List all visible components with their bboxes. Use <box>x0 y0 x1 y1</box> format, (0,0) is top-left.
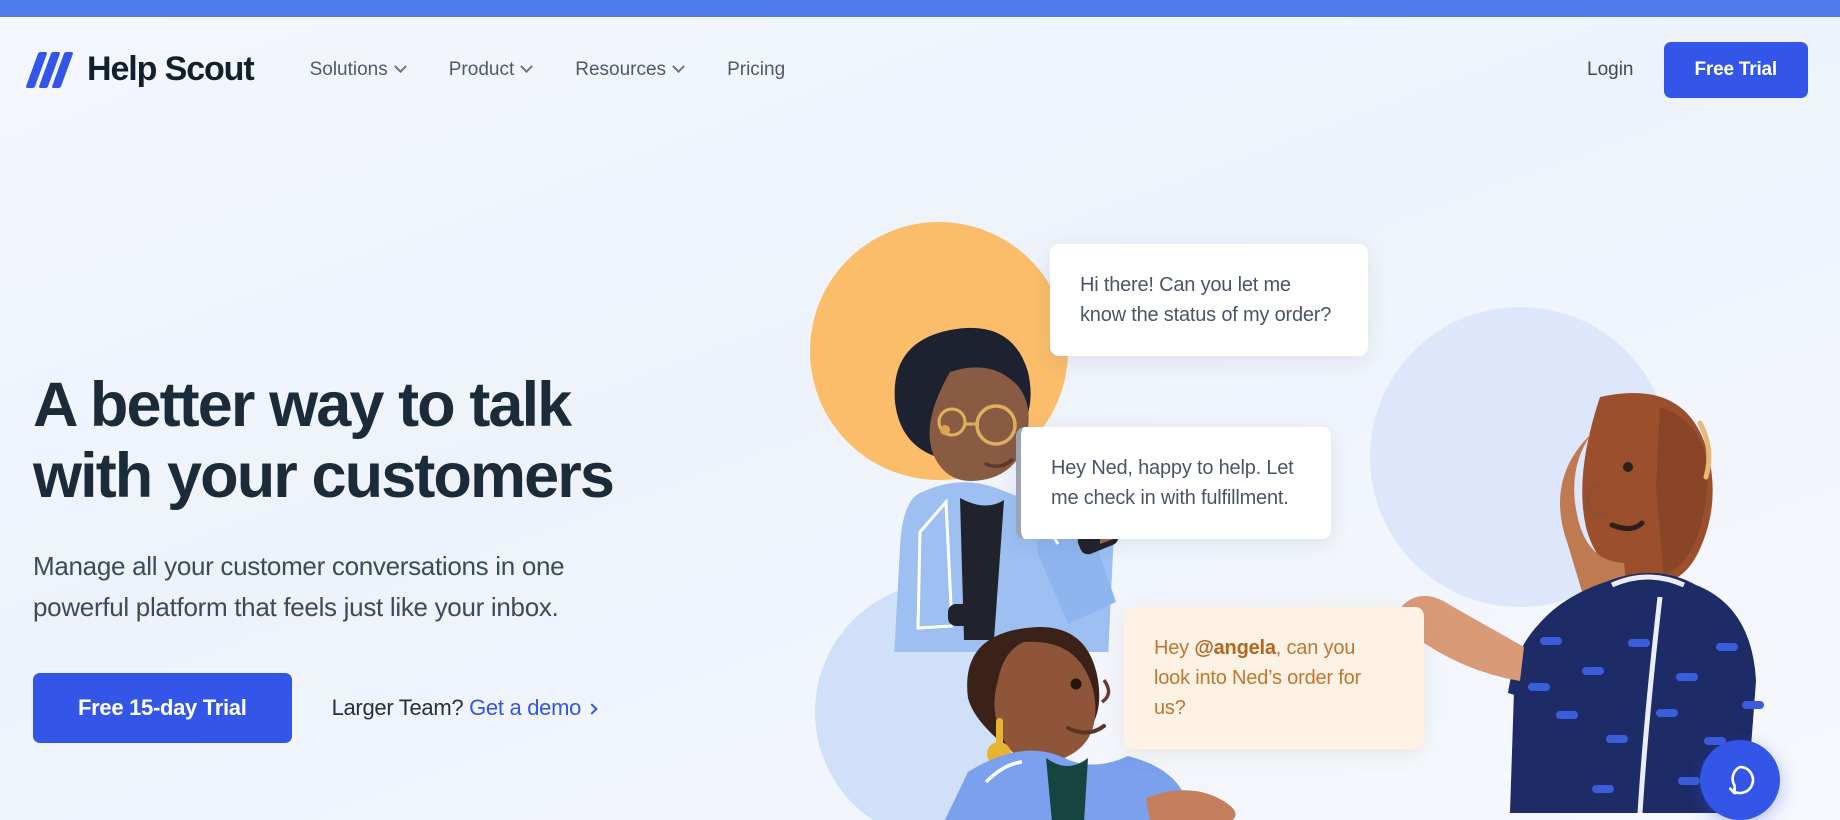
chevron-down-icon <box>520 60 534 74</box>
hero-section: A better way to talk with your customers… <box>33 370 793 743</box>
logo-text: Help Scout <box>87 50 255 88</box>
free-15-day-trial-button[interactable]: Free 15-day Trial <box>33 672 292 743</box>
get-a-demo-link[interactable]: Get a demo <box>469 695 581 720</box>
nav-label-product: Product <box>448 58 515 80</box>
hero-illustration: Hi there! Can you let me know the status… <box>780 122 1840 820</box>
nav-item-pricing[interactable]: Pricing <box>727 59 785 81</box>
hero-cta-row: Free 15-day Trial Larger Team? Get a dem… <box>33 672 793 743</box>
main-navigation: Solutions Product Resources Pricing <box>310 59 786 81</box>
nav-item-solutions[interactable]: Solutions <box>309 58 407 81</box>
header-actions: Login Free Trial <box>1587 41 1808 98</box>
bubble-2-line-2: me check in with fulfillment. <box>1051 487 1289 509</box>
hero-title-line-2: with your customers <box>33 441 615 512</box>
top-accent-bar <box>0 0 1840 17</box>
illustration-person-customer-right <box>1398 392 1768 814</box>
chat-bubble-customer: Hi there! Can you let me know the status… <box>1050 244 1368 356</box>
hero-title-line-1: A better way to talk <box>33 370 572 440</box>
page-title: A better way to talk with your customers <box>33 370 793 512</box>
chevron-right-icon <box>586 703 598 715</box>
help-scout-logo-icon <box>25 51 76 88</box>
chat-bubble-icon <box>1728 765 1755 795</box>
login-link[interactable]: Login <box>1587 59 1634 81</box>
chevron-down-icon <box>393 60 407 74</box>
demo-prompt-label: Larger Team? <box>331 694 464 720</box>
nav-item-product[interactable]: Product <box>448 58 534 81</box>
bubble-1-line-2: the status of my order? <box>1131 304 1332 326</box>
bubble-2-line-1: Hey Ned, happy to help. Let <box>1051 457 1294 479</box>
chat-bubble-agent: Hey Ned, happy to help. Let me check in … <box>1016 427 1331 539</box>
free-trial-button[interactable]: Free Trial <box>1663 41 1808 98</box>
nav-label-resources: Resources <box>575 58 667 80</box>
bubble-3-prefix: Hey <box>1154 637 1195 659</box>
nav-label-pricing: Pricing <box>727 58 786 80</box>
logo[interactable]: Help Scout <box>25 50 255 89</box>
nav-label-solutions: Solutions <box>309 58 388 80</box>
hero-subtitle-line-2: powerful platform that feels just like y… <box>33 591 559 622</box>
hero-subtitle-line-1: Manage all your customer conversations i… <box>33 551 565 582</box>
site-header: Help Scout Solutions Product Resources P… <box>0 17 1840 122</box>
hero-subtitle: Manage all your customer conversations i… <box>33 546 793 627</box>
chevron-down-icon <box>672 60 685 74</box>
demo-prompt: Larger Team? Get a demo <box>331 694 598 721</box>
nav-item-resources[interactable]: Resources <box>575 58 685 81</box>
chat-widget-button[interactable] <box>1700 740 1780 820</box>
mention-angela: @angela <box>1194 637 1276 659</box>
chat-bubble-mention: Hey @angela, can you look into Ned’s ord… <box>1124 607 1424 749</box>
